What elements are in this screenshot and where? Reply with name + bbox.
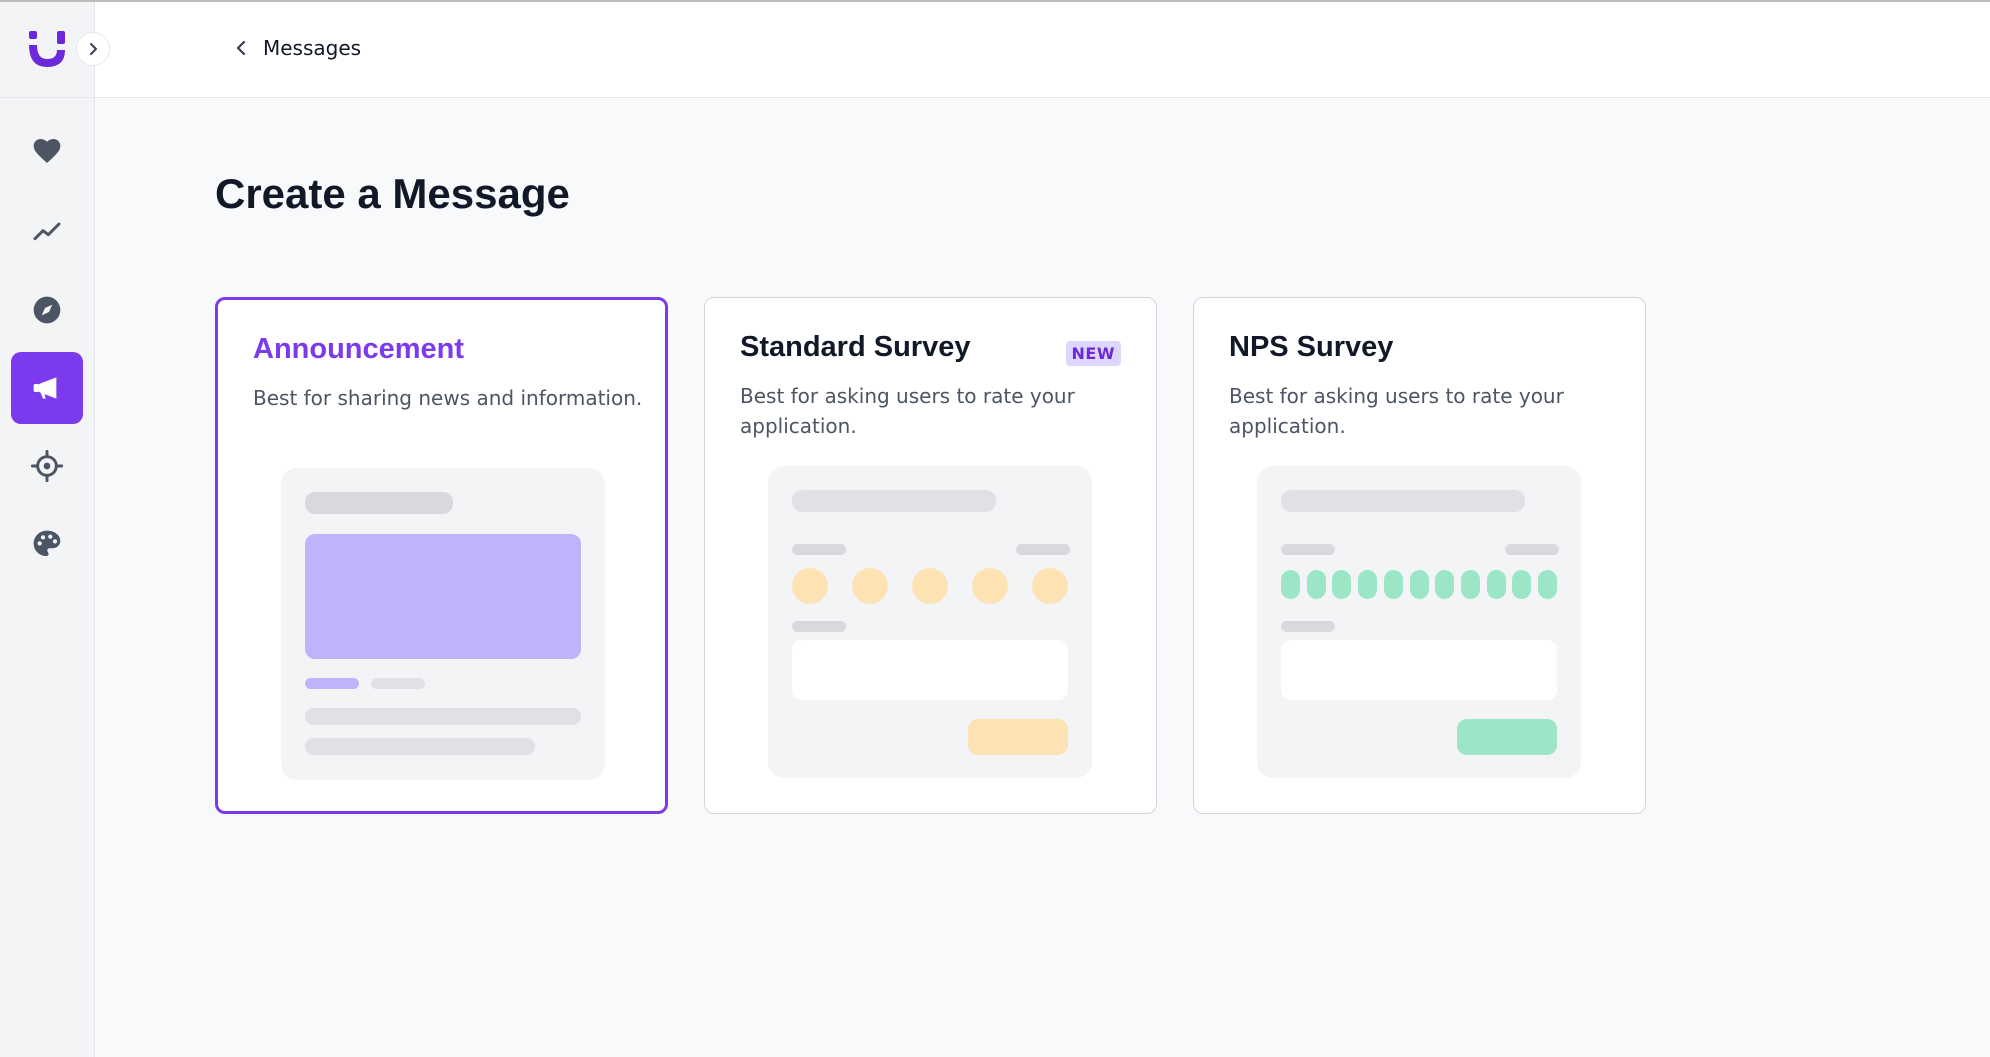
nps-score-pill [1435, 570, 1455, 599]
preview-title-bar [792, 490, 996, 512]
page-title: Create a Message [215, 170, 570, 217]
top-header: Messages [95, 2, 1990, 98]
heart-icon [33, 139, 61, 163]
preview-meta-bar [371, 678, 425, 689]
app-logo[interactable] [26, 28, 68, 70]
preview-title-bar [1281, 490, 1525, 512]
standard-survey-preview-illustration [768, 466, 1092, 778]
rating-circle [972, 568, 1008, 604]
preview-label-bar [1016, 544, 1070, 555]
nps-score-pill [1332, 570, 1352, 599]
card-description: Best for asking users to rate your appli… [1229, 384, 1564, 438]
card-description: Best for sharing news and information. [253, 386, 643, 410]
new-badge: NEW [1065, 341, 1121, 366]
preview-text-line [305, 738, 535, 755]
preview-tag-bar [305, 678, 359, 689]
trend-line-icon [33, 222, 61, 241]
nps-score-pill [1460, 570, 1480, 599]
preview-submit-button [968, 719, 1068, 755]
card-description: Best for asking users to rate your appli… [740, 384, 1075, 438]
sidebar [0, 2, 95, 1057]
nps-survey-card[interactable]: NPS Survey Best for asking users to rate… [1193, 297, 1646, 814]
sidebar-item-analytics[interactable] [11, 196, 83, 268]
rating-circle [852, 568, 888, 604]
announcement-preview-illustration [281, 468, 605, 780]
palette-icon [33, 530, 61, 556]
preview-label-bar [1281, 544, 1335, 555]
back-link-label: Messages [263, 36, 362, 60]
nps-score-pill [1512, 570, 1532, 599]
preview-textbox [792, 640, 1068, 700]
preview-label-bar [792, 621, 846, 632]
preview-textbox [1281, 640, 1557, 700]
chevron-left-icon [236, 40, 246, 56]
rating-circle [792, 568, 828, 604]
back-to-messages-link[interactable]: Messages [235, 36, 361, 60]
nps-score-pill [1383, 570, 1403, 599]
card-title: Announcement [253, 333, 465, 365]
preview-label-bar [1281, 621, 1335, 632]
preview-image-block [305, 534, 581, 659]
preview-title-bar [305, 492, 453, 514]
sidebar-item-explore[interactable] [11, 274, 83, 346]
card-title: Standard Survey [740, 331, 971, 363]
sidebar-item-themes[interactable] [11, 508, 83, 580]
nps-score-pill [1358, 570, 1378, 599]
rating-circle [912, 568, 948, 604]
card-title: NPS Survey [1229, 331, 1394, 363]
megaphone-icon [33, 377, 57, 399]
preview-submit-button [1457, 719, 1557, 755]
preview-label-bar [1505, 544, 1559, 555]
nps-score-pill [1306, 570, 1326, 599]
nps-survey-preview-illustration [1257, 466, 1581, 778]
nps-score-pill [1281, 570, 1300, 599]
preview-label-bar [792, 544, 846, 555]
sidebar-item-messages[interactable] [11, 352, 83, 424]
sidebar-item-favorites[interactable] [11, 115, 83, 187]
nps-score-pill [1486, 570, 1506, 599]
chevron-right-icon [90, 43, 97, 55]
rating-circle [1032, 568, 1068, 604]
nps-score-pill [1409, 570, 1429, 599]
announcement-card[interactable]: Announcement Best for sharing news and i… [215, 297, 668, 814]
nps-score-pill [1538, 570, 1557, 599]
standard-survey-card[interactable]: Standard Survey NEW Best for asking user… [704, 297, 1157, 814]
preview-text-line [305, 708, 581, 725]
sidebar-expand-button[interactable] [76, 32, 110, 66]
crosshair-icon [31, 450, 63, 482]
compass-icon [33, 296, 61, 324]
sidebar-item-targeting[interactable] [11, 430, 83, 502]
